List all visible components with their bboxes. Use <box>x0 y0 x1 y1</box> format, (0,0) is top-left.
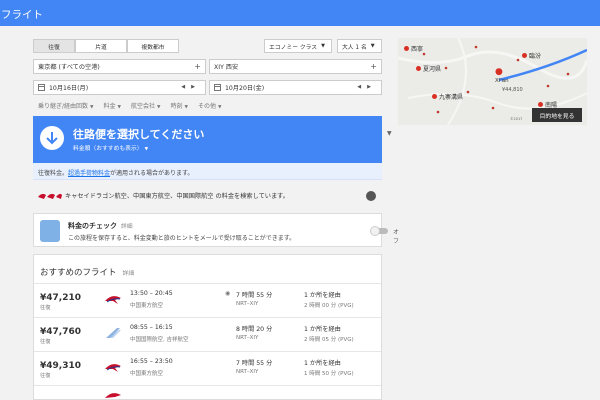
trip-type-round-trip[interactable]: 往復 <box>33 39 75 53</box>
flight-row[interactable] <box>34 385 381 400</box>
add-icon[interactable]: + <box>194 62 201 71</box>
filter-stops[interactable]: 乗り継ぎ/経由回数 ▼ <box>38 101 94 111</box>
airline-logo-icon <box>104 390 122 400</box>
select-outbound-card: 往路便を選択してください 料金順（おすすめも表示） ▼ <box>33 116 382 163</box>
fare-type: 往復 <box>40 339 51 345</box>
wifi-icon: ◉ <box>225 290 231 297</box>
date-stepper-icon[interactable]: ◀▶ <box>181 84 201 90</box>
recommended-detail-link[interactable]: 詳細 <box>123 271 135 277</box>
map-label: 臨汾 <box>522 51 541 60</box>
map-price: ¥44,810 <box>502 87 523 93</box>
price-tracking-description: この旅程を保存すると、料金変動と旅のヒントをメールで受け取ることができます。 <box>68 235 296 242</box>
trip-type-one-way[interactable]: 片道 <box>75 39 127 53</box>
origin-field[interactable]: 東京都 (すべての空港) + <box>33 59 206 74</box>
flight-route: NRT–XIY <box>236 369 259 375</box>
return-date-value: 10月20日(金) <box>225 85 265 92</box>
price-tracking-card: 料金のチェック 詳細 この旅程を保存すると、料金変動と旅のヒントをメールで受け取る… <box>33 213 399 247</box>
search-status: キャセイドラゴン航空、中国東方航空、中国国際航空 の料金を検索しています。 <box>33 188 382 202</box>
flight-price: ¥49,310 <box>40 361 81 371</box>
airline-logo-icon <box>104 361 122 375</box>
flight-time: 08:55 – 16:15 <box>130 324 173 331</box>
flight-duration: 8 時間 20 分 <box>236 326 273 333</box>
flight-duration: 7 時間 55 分 <box>236 292 273 299</box>
flight-time: 13:50 – 20:45 <box>130 290 173 297</box>
fare-type: 往復 <box>40 305 51 311</box>
flight-layover: 1 時間 50 分 (PVG) <box>304 371 354 377</box>
recommended-flights: おすすめのフライト 詳細 ¥47,210 往復 13:50 – 20:45 中国東… <box>33 254 382 400</box>
fare-type: 往復 <box>40 373 51 379</box>
flight-price: ¥47,210 <box>40 293 81 303</box>
cabin-dropdown[interactable]: エコノミー クラス ▼ <box>264 39 332 53</box>
flight-airline: 中国国際航空, 吉祥航空 <box>130 337 189 343</box>
add-icon[interactable]: + <box>370 62 377 71</box>
flight-route: NRT–XIY <box>236 301 259 307</box>
recommended-title: おすすめのフライト 詳細 <box>40 268 135 278</box>
origin-value: 東京都 (すべての空港) <box>38 64 100 71</box>
map-label: 西寧 <box>404 44 423 53</box>
destination-map[interactable]: 西寧 夏河県 臨汾 九寨溝県 ● Xi'an ¥44,810 南陽 ©2017 目… <box>398 38 587 125</box>
map-copyright: ©2017 <box>510 117 523 121</box>
flight-layover: 2 時間 00 分 (PVG) <box>304 303 354 309</box>
filter-price[interactable]: 料金 ▼ <box>104 101 121 111</box>
flight-layover: 2 時間 05 分 (PVG) <box>304 337 354 343</box>
flight-airline: 中国東方航空 <box>130 303 164 309</box>
cabin-value: エコノミー クラス <box>269 44 318 51</box>
chevron-down-icon[interactable]: ▼ <box>387 130 392 137</box>
flight-duration: 7 時間 55 分 <box>236 360 273 367</box>
map-destination-label: ● Xi'an <box>495 67 509 84</box>
loading-spinner-icon <box>366 191 376 201</box>
trip-type-multi-city[interactable]: 複数都市 <box>127 39 179 53</box>
depart-date-value: 10月16日(月) <box>49 85 89 92</box>
select-card-title: 往路便を選択してください <box>73 128 205 141</box>
arrow-down-icon <box>40 126 64 150</box>
airline-logo-icon <box>104 327 122 341</box>
chevron-down-icon: ▼ <box>321 43 325 49</box>
destination-value: XIY 西安 <box>214 64 239 71</box>
flight-row[interactable]: ¥49,310 往復 16:55 – 23:50 中国東方航空 7 時間 55 … <box>34 351 381 383</box>
calendar-icon <box>214 84 221 91</box>
search-status-text: キャセイドラゴン航空、中国東方航空、中国国際航空 の料金を検索しています。 <box>65 192 289 200</box>
price-tracking-icon <box>40 220 60 242</box>
flight-stops: 1 か所を経由 <box>304 360 341 367</box>
calendar-icon <box>38 84 45 91</box>
price-tracking-detail-link[interactable]: 詳細 <box>121 224 133 230</box>
sort-dropdown[interactable]: 料金順（おすすめも表示） ▼ <box>73 143 148 152</box>
flight-airline: 中国東方航空 <box>130 371 164 377</box>
map-pin-icon: ● <box>495 67 503 77</box>
flight-price: ¥47,760 <box>40 327 81 337</box>
top-bar: フライト <box>0 0 600 26</box>
filter-airline[interactable]: 航空会社 ▼ <box>131 101 160 111</box>
map-label: 夏河県 <box>416 64 441 73</box>
filter-time[interactable]: 時刻 ▼ <box>170 101 187 111</box>
flight-route: NRT–XIY <box>236 335 259 341</box>
date-stepper-icon[interactable]: ◀▶ <box>357 84 377 90</box>
price-tracking-title: 料金のチェック 詳細 <box>68 222 133 230</box>
flight-stops: 1 か所を経由 <box>304 326 341 333</box>
destination-field[interactable]: XIY 西安 + <box>209 59 382 74</box>
baggage-fee-link[interactable]: 超過手荷物料金 <box>68 170 110 177</box>
flight-row[interactable]: ¥47,760 往復 08:55 – 16:15 中国国際航空, 吉祥航空 8 … <box>34 317 381 349</box>
flight-stops: 1 か所を経由 <box>304 292 341 299</box>
passengers-value: 大人 1 名 <box>342 44 367 51</box>
depart-date-field[interactable]: 10月16日(月) ◀▶ <box>33 80 206 95</box>
flight-time: 16:55 – 23:50 <box>130 358 173 365</box>
chevron-down-icon: ▼ <box>370 43 375 49</box>
airline-logos <box>33 191 65 200</box>
app-title: フライト <box>1 9 43 21</box>
flight-row[interactable]: ¥47,210 往復 13:50 – 20:45 中国東方航空 ◉ 7 時間 5… <box>34 283 381 315</box>
airline-logo-icon <box>104 293 122 307</box>
return-date-field[interactable]: 10月20日(金) ◀▶ <box>209 80 382 95</box>
view-destinations-button[interactable]: 目的地を見る <box>532 108 582 122</box>
toggle-label: オフ <box>393 229 400 245</box>
filter-bar: 乗り継ぎ/経由回数 ▼ 料金 ▼ 航空会社 ▼ 時刻 ▼ その他 ▼ <box>38 101 221 111</box>
map-label: 九寨溝県 <box>432 92 463 101</box>
airline-logo-icon <box>38 193 62 199</box>
filter-more[interactable]: その他 ▼ <box>198 101 221 111</box>
passengers-dropdown[interactable]: 大人 1 名 ▼ <box>337 39 382 53</box>
fare-notice: 往復料金。超過手荷物料金が適用される場合があります。 <box>33 163 382 180</box>
